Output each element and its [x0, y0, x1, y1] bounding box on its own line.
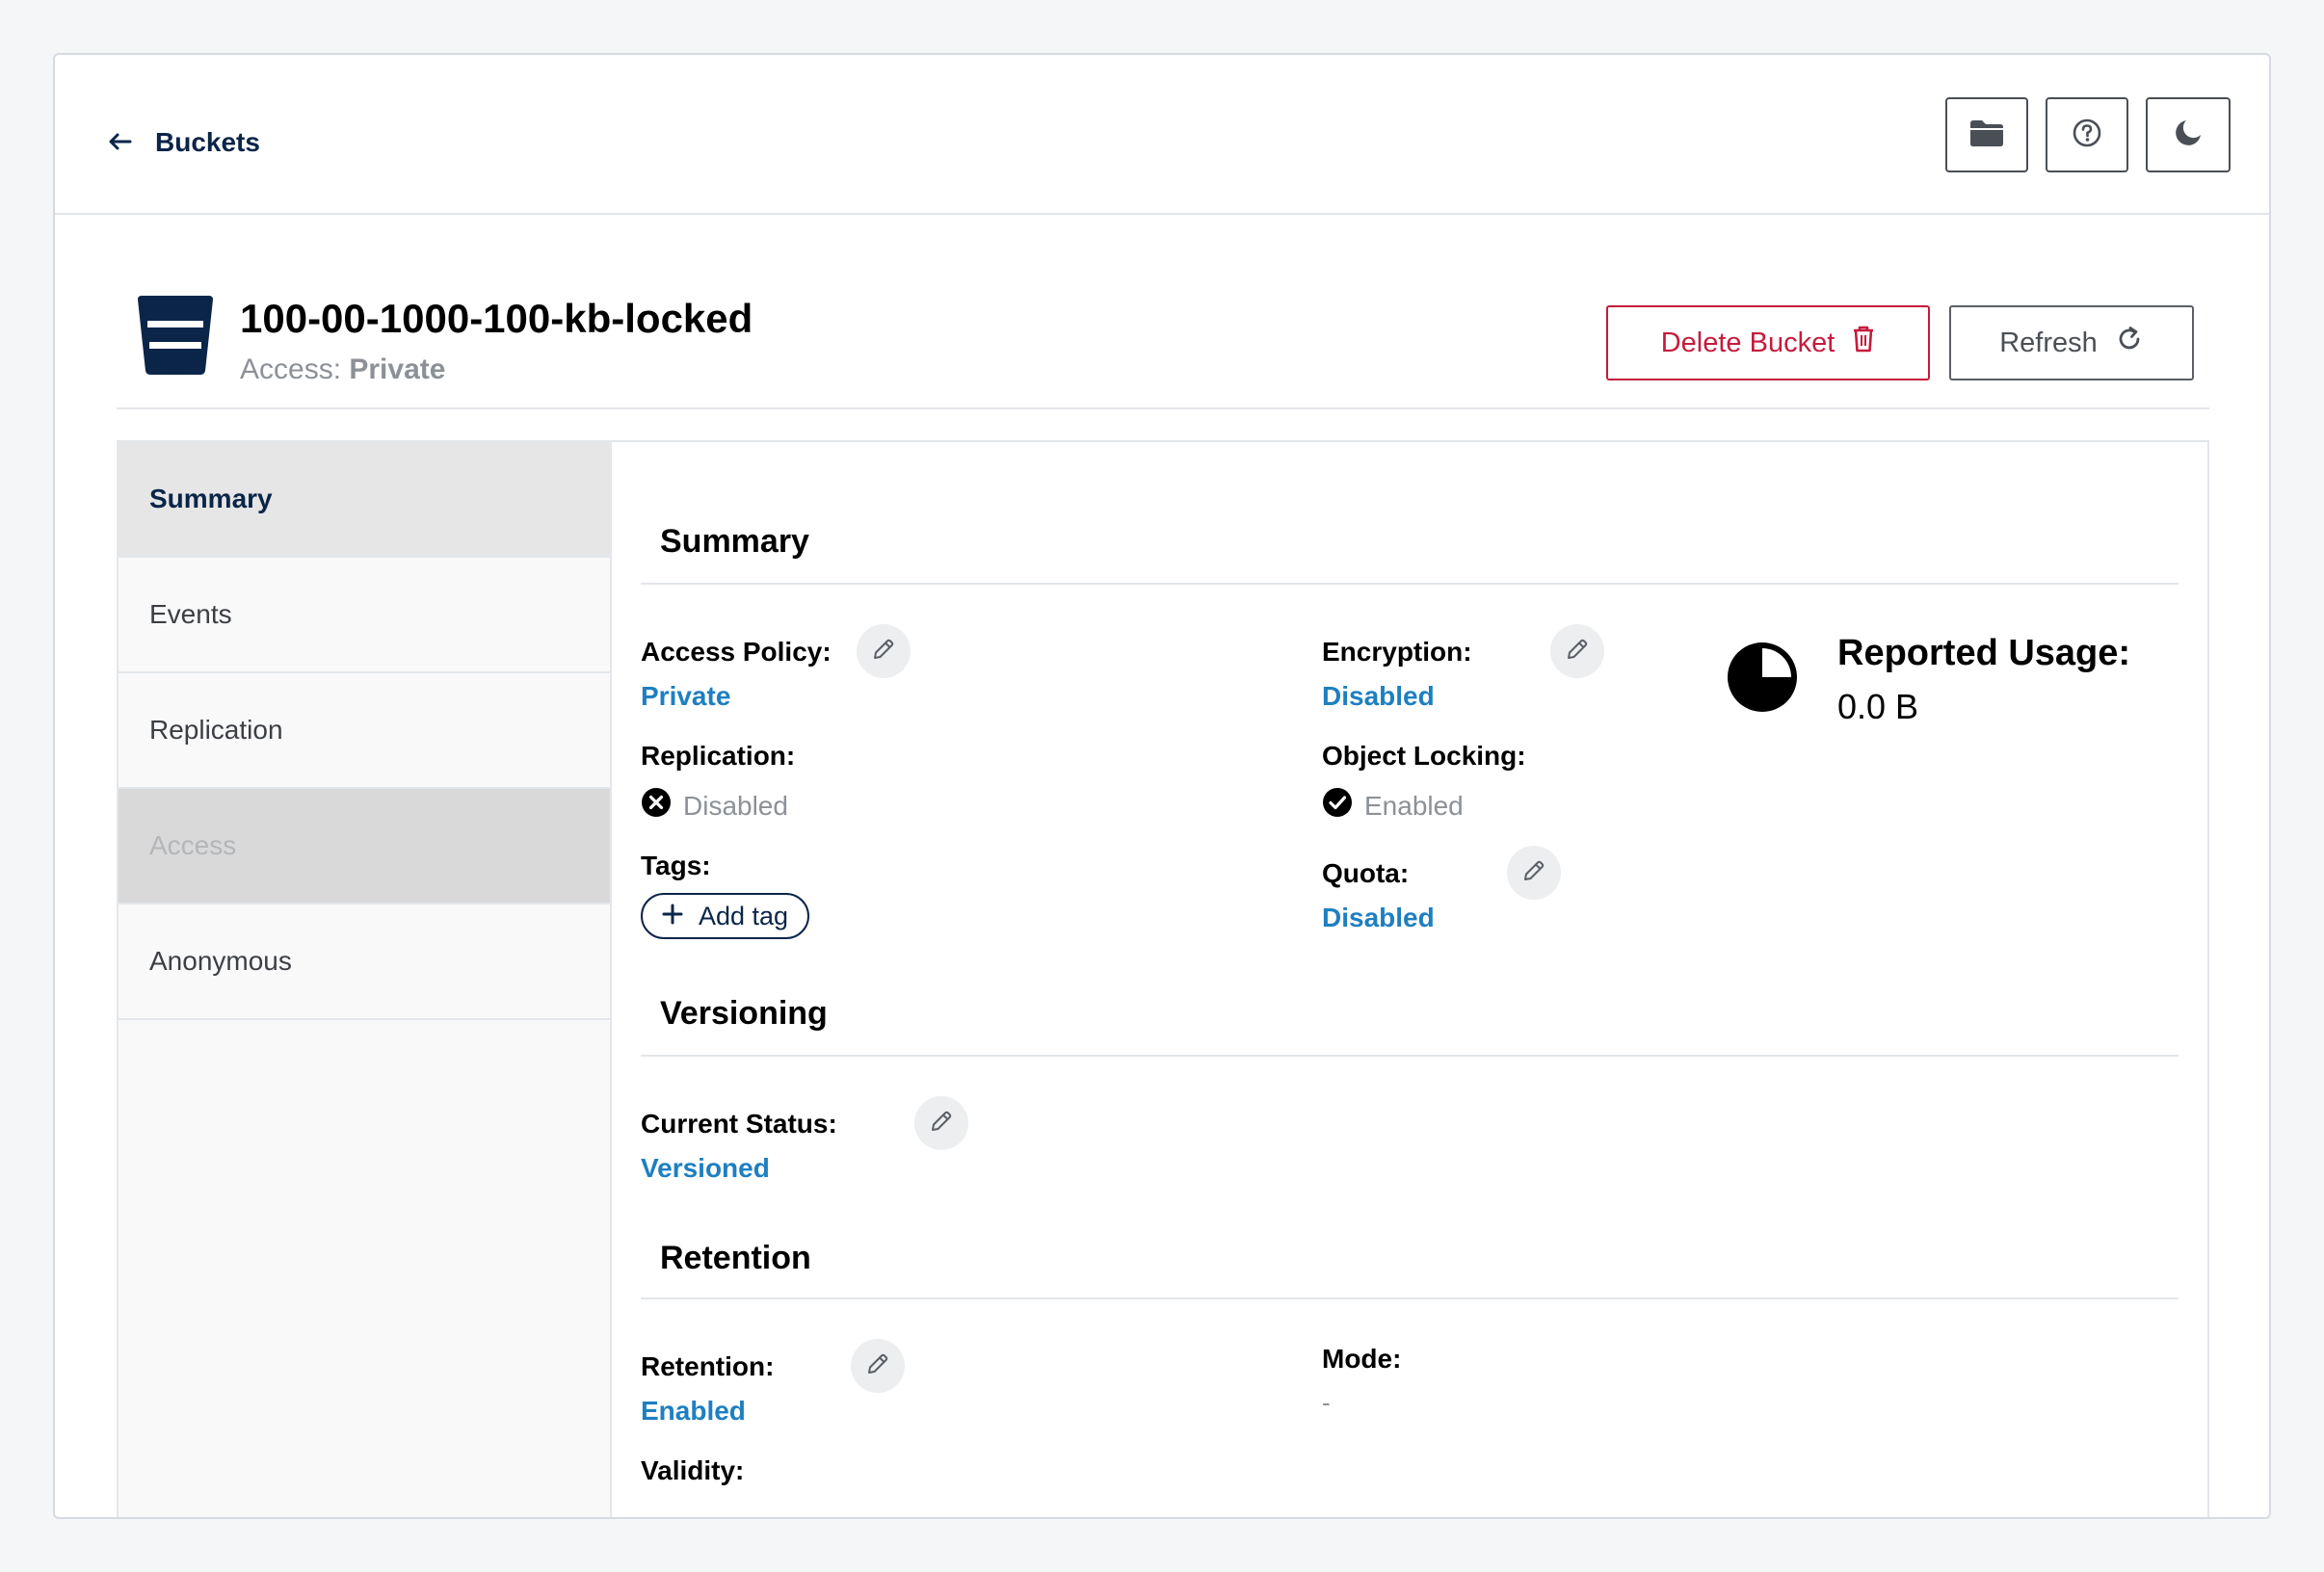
mode-value: -	[1322, 1388, 1331, 1417]
add-tag-button[interactable]: Add tag	[641, 893, 810, 939]
pencil-icon	[865, 1351, 890, 1381]
edit-quota-button[interactable]	[1507, 846, 1561, 900]
nav-item-summary[interactable]: Summary	[119, 442, 610, 558]
trash-icon	[1852, 325, 1875, 361]
access-policy-value[interactable]: Private	[641, 681, 730, 712]
versioning-divider	[641, 1055, 2179, 1057]
refresh-icon	[2115, 325, 2144, 361]
nav-item-anonymous[interactable]: Anonymous	[119, 904, 610, 1020]
tags-label: Tags:	[641, 851, 711, 880]
bucket-icon	[134, 294, 217, 377]
nav-item-replication[interactable]: Replication	[119, 673, 610, 789]
access-policy-label: Access Policy:	[641, 637, 832, 667]
top-toolbar	[1945, 97, 2231, 172]
plus-icon	[662, 902, 683, 931]
back-link-label: Buckets	[155, 127, 260, 157]
replication-value: Disabled	[683, 790, 788, 821]
usage-pie-icon	[1726, 641, 1799, 719]
back-to-buckets-link[interactable]: Buckets	[109, 118, 260, 167]
nav-item-access: Access	[119, 789, 610, 904]
top-bar: Buckets	[55, 55, 2269, 215]
object-browser-button[interactable]	[1945, 97, 2028, 172]
encryption-value[interactable]: Disabled	[1322, 681, 1435, 712]
edit-versioning-button[interactable]	[914, 1096, 968, 1150]
replication-label: Replication:	[641, 741, 796, 771]
help-icon	[2072, 118, 2102, 153]
add-tag-label: Add tag	[699, 901, 789, 930]
header-divider	[117, 407, 2209, 409]
retention-section-title: Retention	[660, 1240, 811, 1276]
delete-bucket-button[interactable]: Delete Bucket	[1606, 305, 1930, 380]
current-status-label: Current Status:	[641, 1109, 837, 1139]
pencil-icon	[871, 637, 896, 667]
folder-icon	[1968, 118, 2005, 153]
access-value: Private	[349, 354, 446, 385]
bucket-name: 100-00-1000-100-kb-locked	[240, 296, 753, 341]
refresh-button[interactable]: Refresh	[1949, 305, 2194, 380]
versioning-status-value[interactable]: Versioned	[641, 1153, 770, 1184]
encryption-label: Encryption:	[1322, 637, 1472, 667]
arrow-left-icon	[109, 128, 132, 157]
retention-divider	[641, 1297, 2179, 1299]
check-circle-icon	[1322, 787, 1353, 825]
object-locking-label: Object Locking:	[1322, 741, 1526, 771]
versioning-section-title: Versioning	[660, 995, 828, 1032]
object-locking-status: Enabled	[1322, 787, 1464, 825]
summary-panel: Summary Access Policy: Private Replicati…	[610, 440, 2209, 1517]
summary-divider	[641, 583, 2179, 585]
quota-value[interactable]: Disabled	[1322, 903, 1435, 933]
pencil-icon	[1565, 637, 1590, 667]
help-button[interactable]	[2046, 97, 2128, 172]
delete-bucket-label: Delete Bucket	[1660, 327, 1835, 358]
refresh-label: Refresh	[1999, 327, 2098, 358]
quota-label: Quota:	[1322, 858, 1410, 888]
bucket-side-nav: Summary Events Replication Access Anonym…	[117, 440, 610, 1517]
summary-section-title: Summary	[660, 523, 809, 560]
edit-access-policy-button[interactable]	[857, 624, 911, 678]
retention-value[interactable]: Enabled	[641, 1396, 746, 1427]
reported-usage-label: Reported Usage:	[1837, 633, 2131, 673]
edit-encryption-button[interactable]	[1550, 624, 1604, 678]
validity-label: Validity:	[641, 1455, 745, 1485]
nav-item-events[interactable]: Events	[119, 558, 610, 673]
reported-usage-value: 0.0 B	[1837, 687, 1919, 726]
object-locking-value: Enabled	[1364, 790, 1464, 821]
edit-retention-button[interactable]	[851, 1339, 905, 1393]
bucket-details-card: Buckets 100-00-1000-100-kb-locked Access…	[53, 53, 2271, 1519]
pencil-icon	[1521, 858, 1546, 888]
retention-label: Retention:	[641, 1351, 775, 1381]
access-prefix: Access:	[240, 354, 342, 385]
pencil-icon	[929, 1109, 954, 1139]
replication-status: Disabled	[641, 787, 788, 825]
x-circle-icon	[641, 787, 672, 825]
dark-mode-button[interactable]	[2146, 97, 2231, 172]
bucket-access-info: Access: Private	[240, 354, 445, 386]
mode-label: Mode:	[1322, 1344, 1402, 1374]
dark-mode-icon	[2173, 118, 2204, 153]
